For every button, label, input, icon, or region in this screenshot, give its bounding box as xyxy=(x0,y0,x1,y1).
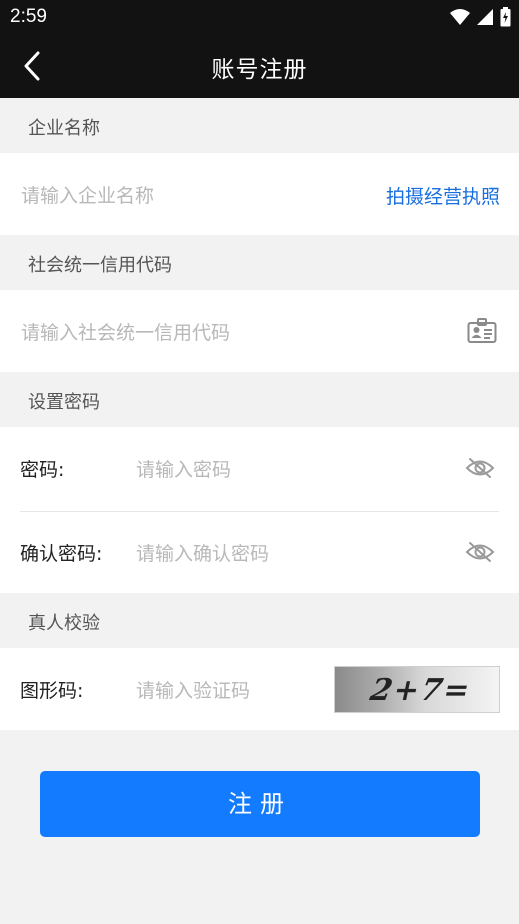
section-header-label: 企业名称 xyxy=(28,118,100,139)
status-icons xyxy=(450,7,511,27)
company-name-input[interactable]: 请输入企业名称 xyxy=(21,181,154,208)
confirm-password-input[interactable]: 请输入确认密码 xyxy=(136,539,269,566)
scan-license-button[interactable]: 拍摄经营执照 xyxy=(386,182,500,209)
captcha-text: 2+7= xyxy=(367,673,475,708)
page-title: 账号注册 xyxy=(211,57,308,83)
eye-off-icon[interactable] xyxy=(465,537,495,567)
section-header-credit-code: 社会统一信用代码 xyxy=(0,235,519,290)
captcha-image[interactable]: 2+7= xyxy=(334,666,500,713)
credit-code-input[interactable]: 请输入社会统一信用代码 xyxy=(21,318,230,345)
app-bar: 账号注册 xyxy=(0,34,519,98)
credit-code-row: 请输入社会统一信用代码 xyxy=(0,290,519,372)
register-button[interactable]: 注册 xyxy=(40,771,480,837)
captcha-input[interactable]: 请输入验证码 xyxy=(136,676,250,703)
eye-off-icon[interactable] xyxy=(465,453,495,483)
password-label: 密码: xyxy=(20,459,65,481)
id-card-icon[interactable] xyxy=(467,316,497,346)
captcha-label: 图形码: xyxy=(20,680,84,702)
status-bar: 2:59 xyxy=(0,0,519,34)
battery-icon xyxy=(500,7,511,27)
company-name-row: 请输入企业名称 拍摄经营执照 xyxy=(0,153,519,235)
signal-icon xyxy=(477,9,493,25)
section-header-password: 设置密码 xyxy=(0,372,519,427)
section-header-label: 真人校验 xyxy=(28,613,100,634)
password-row: 密码: 请输入密码 xyxy=(0,427,519,511)
divider xyxy=(20,511,499,512)
section-header-company: 企业名称 xyxy=(0,98,519,153)
password-input[interactable]: 请输入密码 xyxy=(136,455,231,482)
section-header-label: 设置密码 xyxy=(28,392,100,413)
confirm-password-label: 确认密码: xyxy=(20,543,103,565)
section-header-label: 社会统一信用代码 xyxy=(28,255,172,276)
captcha-row: 图形码: 请输入验证码 2+7= xyxy=(0,648,519,730)
confirm-password-row: 确认密码: 请输入确认密码 xyxy=(0,511,519,593)
wifi-icon xyxy=(450,9,470,25)
status-time: 2:59 xyxy=(10,6,47,27)
section-header-verify: 真人校验 xyxy=(0,593,519,648)
